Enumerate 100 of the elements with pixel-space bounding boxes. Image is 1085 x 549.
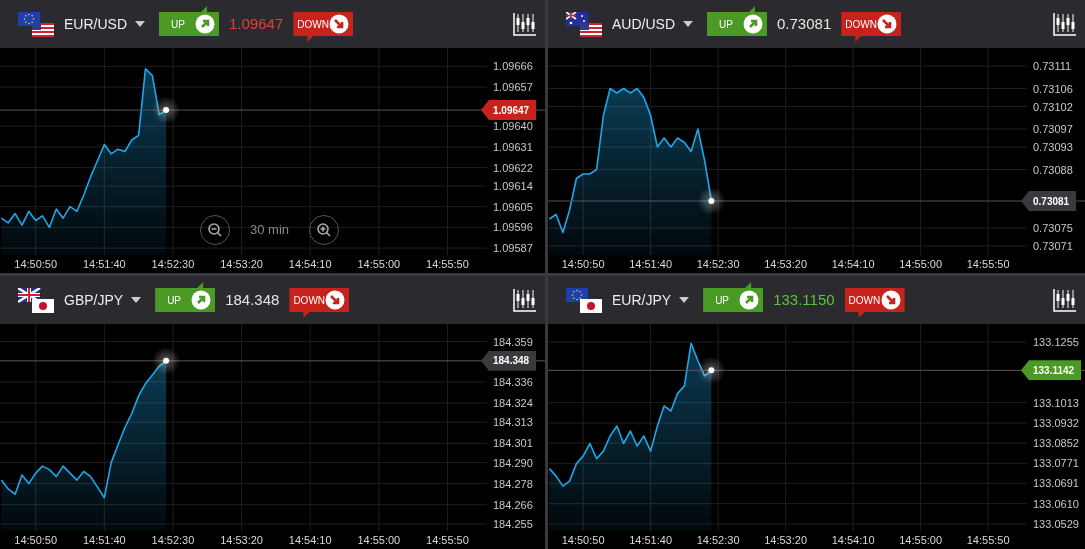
caret-icon: [131, 297, 142, 303]
y-axis-label: 0.73088: [1033, 163, 1073, 176]
current-price: 1.09647: [229, 13, 284, 34]
x-axis-label: 14:55:50: [426, 534, 469, 546]
x-axis-label: 14:54:10: [831, 258, 875, 270]
current-price-dot: [163, 107, 170, 114]
y-axis-label: 0.73093: [1033, 141, 1073, 153]
zoom-range-label: 30 min: [250, 221, 290, 240]
up-button[interactable]: UP: [155, 282, 216, 312]
x-axis-label: 14:51:40: [629, 534, 672, 546]
current-price: 0.73081: [777, 13, 832, 34]
current-price-dot: [708, 198, 715, 204]
price-marker: 0.73081: [1021, 191, 1077, 211]
y-axis-label: 0.73097: [1033, 123, 1073, 135]
y-axis-label: 1.09666: [493, 60, 533, 73]
y-axis-label: 0.73111: [1033, 60, 1072, 72]
x-axis-label: 14:55:00: [357, 258, 401, 270]
current-price-dot: [163, 357, 170, 364]
zoom-in-icon: [316, 222, 333, 238]
x-axis-label: 14:50:50: [14, 258, 58, 270]
x-axis-label: 14:54:10: [288, 534, 332, 546]
x-axis-label: 14:54:10: [288, 258, 332, 270]
y-axis-label: 184.278: [493, 477, 533, 490]
y-axis-label: 184.290: [493, 456, 533, 469]
y-axis-label: 133.0610: [1033, 497, 1079, 510]
up-button[interactable]: UP: [703, 282, 764, 312]
x-axis-label: 14:51:40: [82, 534, 126, 546]
candlestick-chart-icon[interactable]: [513, 288, 537, 312]
candlestick-chart-icon[interactable]: [1053, 12, 1077, 36]
y-axis-label: 1.09587: [493, 242, 533, 255]
up-button[interactable]: UP: [159, 6, 219, 36]
up-button[interactable]: UP: [707, 6, 767, 36]
x-axis-label: 14:53:20: [764, 534, 808, 546]
pair-dropdown[interactable]: EUR/USD: [64, 13, 145, 35]
y-axis-label: 184.324: [493, 396, 533, 409]
x-axis-label: 14:53:20: [220, 258, 263, 270]
currency-flags-icon: [566, 11, 602, 37]
x-axis-label: 14:50:50: [14, 534, 58, 546]
y-axis-label: 0.73106: [1033, 82, 1073, 95]
current-price-dot: [708, 367, 715, 374]
y-axis-label: 1.09640: [493, 120, 533, 133]
currency-flags-icon: [566, 287, 602, 313]
candlestick-chart-icon[interactable]: [1053, 288, 1077, 312]
pair-dropdown[interactable]: AUD/USD: [612, 13, 693, 35]
y-axis-label: 133.1255: [1033, 336, 1079, 349]
y-axis-label: 1.09614: [493, 180, 533, 192]
down-button[interactable]: DOWN: [841, 12, 902, 42]
y-axis-label: 133.0529: [1033, 518, 1079, 530]
y-axis-label: 133.0771: [1033, 457, 1079, 470]
y-axis-label: 184.255: [493, 518, 533, 530]
currency-flags-icon: [18, 11, 54, 37]
pair-dropdown[interactable]: EUR/JPY: [612, 289, 690, 311]
x-axis-label: 14:55:00: [899, 534, 943, 546]
x-axis-label: 14:54:10: [831, 534, 875, 546]
current-price: 133.1150: [773, 289, 835, 310]
x-axis-label: 14:52:30: [151, 258, 195, 270]
x-axis-label: 14:55:50: [426, 258, 469, 270]
x-axis-label: 14:51:40: [82, 258, 126, 270]
y-axis-label: 133.0852: [1033, 437, 1079, 450]
current-price: 184.348: [225, 289, 280, 310]
price-marker: 184.348: [481, 350, 537, 371]
caret-icon: [679, 297, 690, 303]
down-button[interactable]: DOWN: [289, 288, 350, 318]
x-axis-label: 14:55:00: [899, 258, 943, 270]
y-axis-label: 184.266: [493, 498, 533, 511]
x-axis-label: 14:53:20: [764, 258, 808, 270]
x-axis-label: 14:53:20: [220, 534, 263, 546]
y-axis-label: 133.0932: [1033, 417, 1079, 429]
y-axis-label: 133.0691: [1033, 477, 1079, 490]
x-axis-label: 14:52:30: [696, 534, 740, 546]
x-axis-label: 14:52:30: [696, 258, 740, 270]
y-axis-label: 184.336: [493, 375, 533, 388]
x-axis-label: 14:55:00: [357, 534, 401, 546]
down-button[interactable]: DOWN: [293, 12, 354, 42]
pair-dropdown[interactable]: GBP/JPY: [64, 289, 142, 311]
x-axis-label: 14:55:50: [966, 258, 1010, 270]
x-axis-label: 14:51:40: [629, 258, 672, 270]
y-axis-label: 1.09596: [493, 221, 533, 234]
y-axis-label: 184.301: [493, 437, 533, 450]
x-axis-label: 14:50:50: [561, 534, 605, 546]
x-axis-label: 14:52:30: [151, 534, 195, 546]
price-marker: 133.1142: [1021, 360, 1082, 381]
caret-icon: [135, 21, 145, 27]
y-axis-label: 184.313: [493, 416, 533, 429]
y-axis-label: 0.73075: [1033, 222, 1073, 234]
y-axis-label: 0.73071: [1033, 240, 1073, 252]
down-button[interactable]: DOWN: [844, 288, 905, 318]
caret-icon: [683, 21, 693, 27]
currency-flags-icon: [18, 287, 54, 313]
y-axis-label: 1.09631: [493, 140, 533, 153]
y-axis-label: 184.359: [493, 335, 533, 348]
y-axis-label: 1.09622: [493, 161, 533, 174]
y-axis-label: 0.73102: [1033, 100, 1073, 113]
y-axis-label: 1.09605: [493, 200, 533, 213]
zoom-out-icon: [207, 222, 223, 238]
price-marker: 1.09647: [481, 100, 537, 121]
y-axis-label: 1.09657: [493, 81, 533, 94]
x-axis-label: 14:50:50: [561, 258, 605, 270]
x-axis-label: 14:55:50: [966, 534, 1010, 546]
candlestick-chart-icon[interactable]: [513, 12, 537, 36]
